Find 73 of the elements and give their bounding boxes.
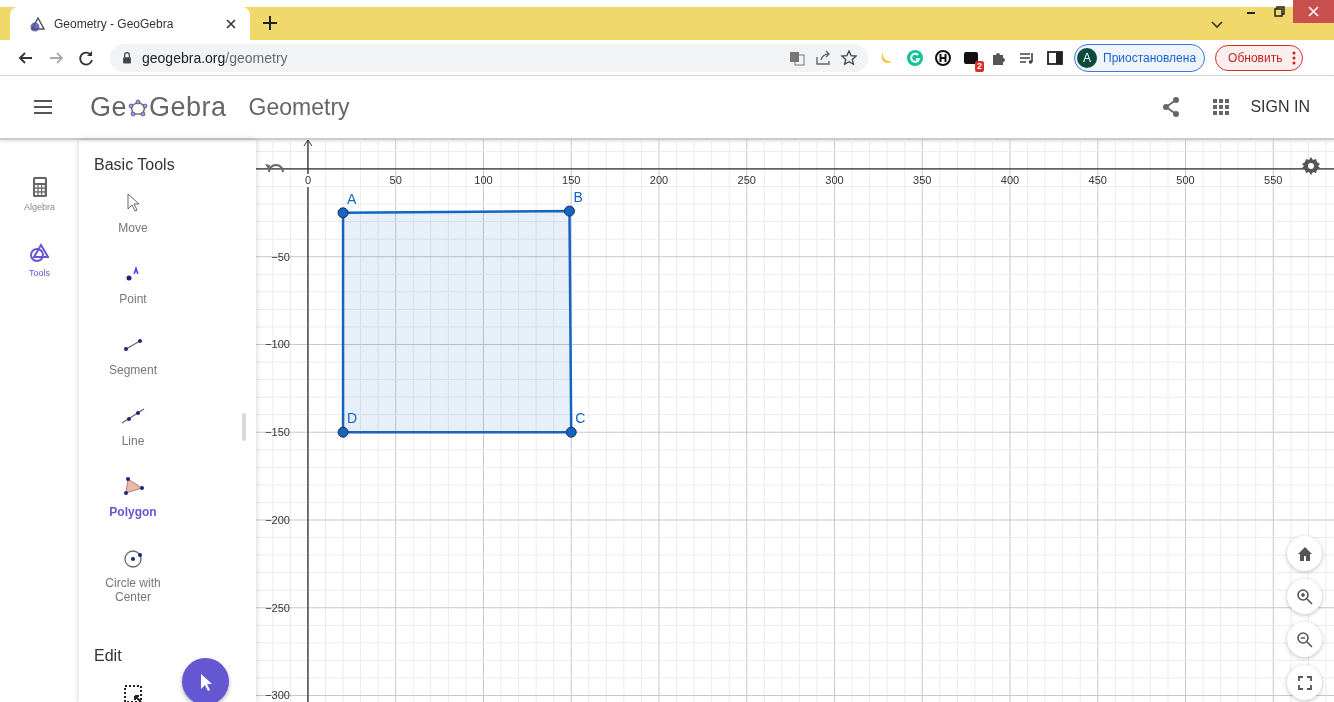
tool-button[interactable]: Polygon xyxy=(85,475,181,519)
section-heading: Edit xyxy=(93,646,123,665)
sidebar-tab[interactable]: Tools xyxy=(29,242,50,278)
x-tick-label: 300 xyxy=(825,173,844,186)
settings-icon[interactable] xyxy=(1301,156,1321,176)
grammar-check-icon[interactable] xyxy=(906,48,924,67)
shapes-icon xyxy=(29,242,50,264)
y-tick-label: −50 xyxy=(271,250,290,263)
notification-badge: 2 xyxy=(975,60,984,72)
y-tick-label: −100 xyxy=(265,338,290,351)
avatar: A xyxy=(1077,47,1097,68)
fullscreen-icon xyxy=(1296,674,1313,691)
h-circle-icon[interactable] xyxy=(934,48,952,67)
x-tick-label: 250 xyxy=(737,173,756,186)
tool-button[interactable]: Line xyxy=(85,404,181,448)
lock-icon xyxy=(120,50,134,65)
section-heading: Basic Tools xyxy=(93,155,176,174)
point-label: A xyxy=(347,190,357,207)
x-tick-label: 400 xyxy=(1000,173,1020,186)
star-icon[interactable] xyxy=(840,48,858,67)
x-tick-label: 550 xyxy=(1264,173,1283,186)
browser-tab[interactable]: Geometry - GeoGebra xyxy=(10,7,250,40)
point[interactable] xyxy=(563,205,575,217)
point[interactable] xyxy=(337,426,349,438)
y-tick-label: −300 xyxy=(265,689,290,702)
x-tick-label: 350 xyxy=(913,173,932,186)
point-label: C xyxy=(575,410,586,427)
tool-button[interactable]: Move xyxy=(85,191,181,235)
x-tick-label: 200 xyxy=(649,173,669,186)
favicon-icon xyxy=(28,14,46,33)
zoom-out-icon xyxy=(1295,630,1314,649)
y-tick-label: −200 xyxy=(265,514,290,526)
x-tick-label: 450 xyxy=(1088,173,1107,186)
tool-fab-button[interactable] xyxy=(182,658,229,702)
x-tick-label: 150 xyxy=(562,173,581,186)
fullscreen-button[interactable] xyxy=(1287,665,1322,700)
tool-button[interactable]: Point xyxy=(85,262,181,306)
point-label: D xyxy=(347,410,358,427)
profile-status: Приостановлена xyxy=(1103,50,1197,65)
selection-icon xyxy=(121,682,145,702)
side-panel-icon[interactable] xyxy=(1046,48,1064,67)
pentagon-icon xyxy=(128,99,149,119)
y-tick-label: −150 xyxy=(265,426,290,439)
x-tick-label: 500 xyxy=(1176,173,1195,186)
graphics-canvas[interactable]: 0 50 100 150 200 250 300 350 400 450 500 550 −50 −100 −150 −200 −250 −300 A B D C xyxy=(256,140,1334,702)
zoom-in-icon xyxy=(1295,587,1314,606)
home-button[interactable] xyxy=(1287,536,1322,571)
point-label: B xyxy=(573,189,583,206)
apps-grid-icon[interactable] xyxy=(1212,98,1231,116)
point[interactable] xyxy=(565,426,577,438)
point[interactable] xyxy=(337,207,349,219)
zoom-out-button[interactable] xyxy=(1287,622,1322,657)
zoom-in-button[interactable] xyxy=(1287,579,1322,614)
sidebar-tab[interactable]: Algebra xyxy=(24,176,55,212)
x-tick-label: 50 xyxy=(389,173,402,186)
tool-button[interactable]: Circle with Center xyxy=(85,546,181,604)
x-tick-label: 100 xyxy=(474,173,493,186)
y-tick-label: −250 xyxy=(265,601,290,614)
update-button[interactable]: Обновить xyxy=(1215,44,1304,71)
menu-icon[interactable] xyxy=(32,99,54,115)
x-tick-label: 0 xyxy=(304,173,311,186)
tab-title: Geometry - GeoGebra xyxy=(54,16,175,31)
tool-button[interactable]: Segment xyxy=(85,333,181,377)
share-icon[interactable] xyxy=(814,48,832,67)
address-bar[interactable]: geogebra.org/geometry xyxy=(110,43,868,72)
sign-in-button[interactable]: SIGN IN xyxy=(1250,98,1310,116)
logo-text: Gebra xyxy=(149,91,227,123)
scrollbar-thumb[interactable] xyxy=(242,413,246,441)
app-title: Geometry xyxy=(248,93,351,121)
more-icon[interactable] xyxy=(1292,50,1297,65)
logo-text: Ge xyxy=(90,91,128,123)
profile-button[interactable]: A Приостановлена xyxy=(1074,43,1206,72)
url-text: geogebra.org/geometry xyxy=(142,49,288,66)
